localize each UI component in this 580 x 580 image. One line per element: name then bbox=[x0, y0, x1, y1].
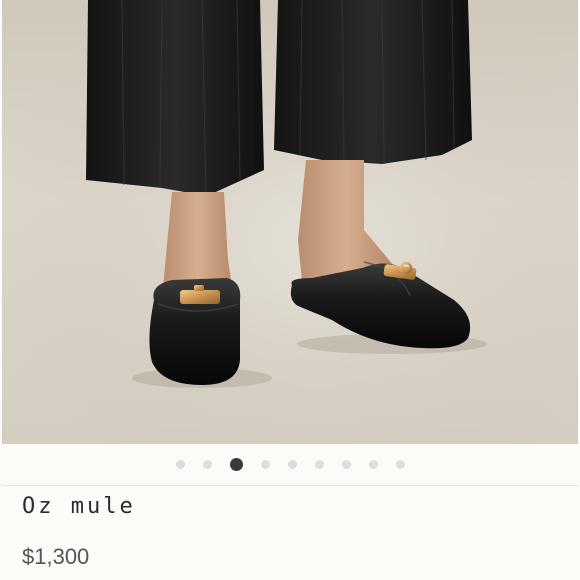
carousel-dot[interactable] bbox=[395, 459, 405, 469]
product-name: Oz mule bbox=[22, 494, 136, 519]
carousel-dot[interactable] bbox=[368, 459, 378, 469]
image-carousel-indicator bbox=[0, 444, 580, 484]
product-photo[interactable] bbox=[2, 0, 578, 444]
carousel-dot[interactable] bbox=[202, 459, 212, 469]
carousel-dot[interactable] bbox=[260, 459, 270, 469]
carousel-dot[interactable] bbox=[314, 459, 324, 469]
carousel-dot-active[interactable] bbox=[229, 457, 243, 471]
product-price: $1,300 bbox=[22, 544, 90, 569]
carousel-dot[interactable] bbox=[341, 459, 351, 469]
carousel-dot[interactable] bbox=[287, 459, 297, 469]
carousel-dot[interactable] bbox=[175, 459, 185, 469]
product-photo-illustration bbox=[2, 0, 578, 444]
divider bbox=[2, 485, 578, 486]
